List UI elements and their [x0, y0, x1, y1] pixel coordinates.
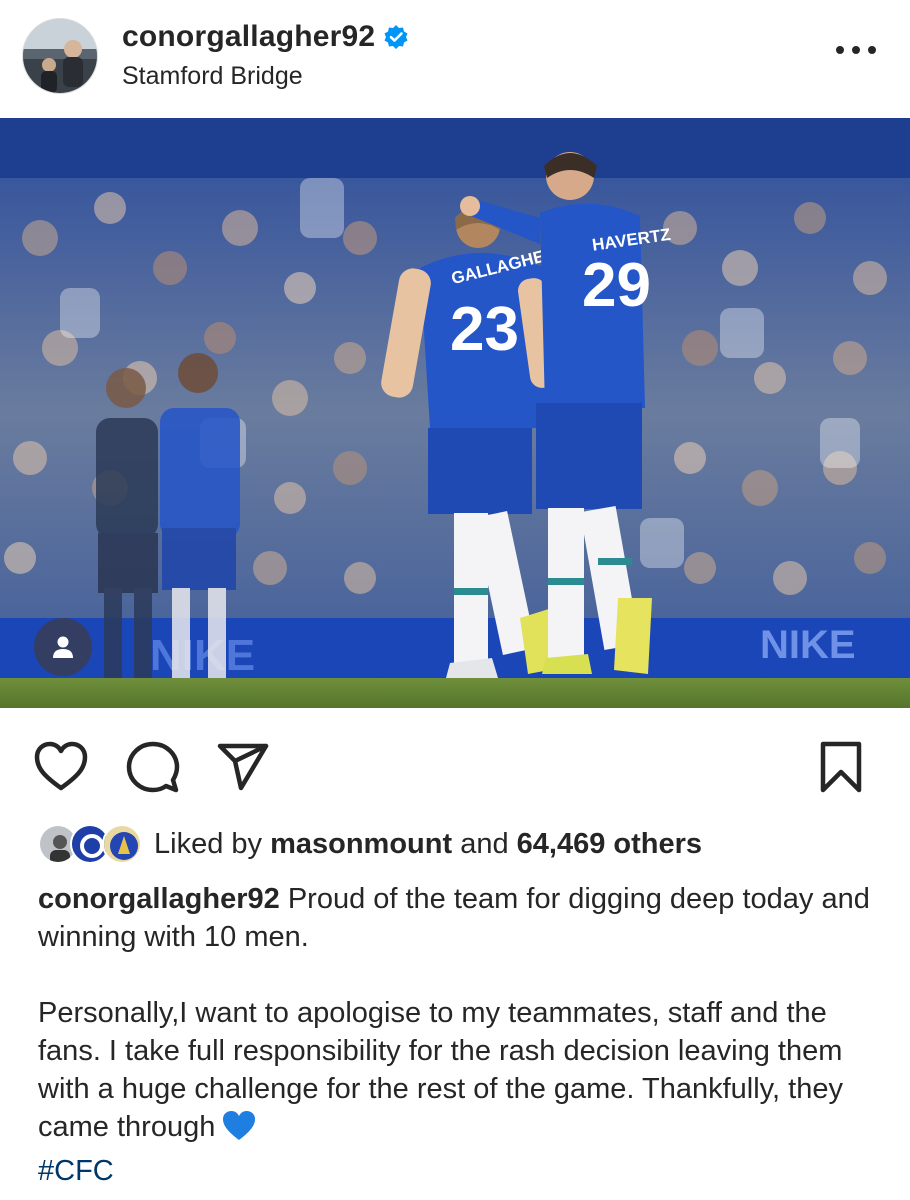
post-location[interactable]: Stamford Bridge — [122, 62, 303, 91]
caption-paragraph2: Personally,I want to apologise to my tea… — [38, 997, 843, 1143]
player-right-number: 29 — [582, 251, 651, 320]
likes-text: Liked by masonmount and 64,469 others — [154, 828, 702, 861]
post-photo[interactable]: NIKE NIKE GALLAGHER 23 HAVERTZ 29 — [0, 118, 910, 708]
post-actions — [0, 730, 910, 800]
user-tag-icon[interactable] — [34, 618, 92, 676]
profile-avatar[interactable] — [22, 18, 98, 94]
hashtag-cfc[interactable]: #CFC — [38, 1152, 114, 1190]
likes-prefix: Liked by — [154, 827, 263, 860]
verified-badge-icon — [383, 24, 409, 50]
ad-board-text-right: NIKE — [760, 623, 856, 667]
post-header: conorgallagher92 Stamford Bridge — [0, 0, 910, 118]
liked-by-username[interactable]: masonmount — [270, 828, 452, 860]
ad-board-text: NIKE — [150, 631, 255, 680]
liker-avatar — [102, 824, 142, 864]
blue-heart-icon — [221, 1110, 257, 1152]
likes-row[interactable]: Liked by masonmount and 64,469 others — [38, 820, 702, 868]
heart-icon[interactable] — [32, 738, 90, 796]
post-caption: conorgallagher92 Proud of the team for d… — [38, 880, 878, 1190]
caption-username[interactable]: conorgallagher92 — [38, 883, 280, 915]
likes-count[interactable]: 64,469 others — [517, 828, 702, 860]
send-icon[interactable] — [214, 738, 272, 796]
post-username[interactable]: conorgallagher92 — [122, 20, 375, 54]
more-horizontal-icon[interactable] — [836, 38, 876, 62]
bookmark-icon[interactable] — [812, 738, 870, 796]
liker-avatars — [38, 822, 142, 866]
player-left-number: 23 — [450, 295, 519, 364]
comment-icon[interactable] — [124, 738, 182, 796]
likes-conjunction: and — [460, 827, 509, 860]
